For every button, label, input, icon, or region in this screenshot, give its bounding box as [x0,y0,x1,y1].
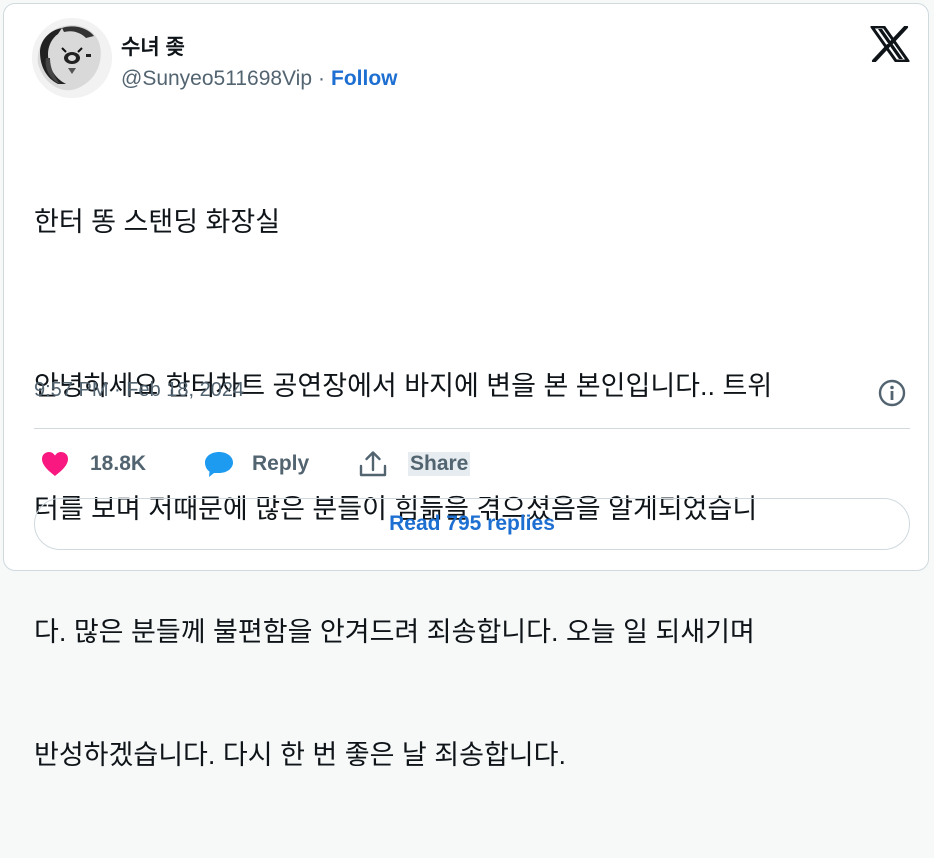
author-display-name[interactable]: 수녀 좆 [121,31,185,61]
read-replies-button[interactable]: Read 795 replies [34,498,910,550]
author-handle-row: @Sunyeo511698Vip · Follow [121,67,398,91]
tweet-embed-card: 수녀 좆 @Sunyeo511698Vip · Follow 한터 똥 스탠딩 화장… [3,3,929,770]
author-handle[interactable]: @Sunyeo511698Vip [121,67,312,90]
reply-button[interactable]: Reply [202,447,309,481]
like-button[interactable]: 18.8K [40,447,146,481]
heart-icon [42,452,68,476]
speech-bubble-icon [205,452,233,477]
share-button[interactable]: Share [357,447,471,481]
like-count: 18.8K [90,452,147,475]
info-icon[interactable] [877,378,907,408]
follow-button[interactable]: Follow [331,67,398,90]
tweet-timestamp[interactable]: 9:57 PM · Feb 18, 2024 [34,379,244,402]
avatar-image [32,18,112,98]
avatar[interactable] [32,18,112,98]
share-label: Share [408,452,471,476]
share-upload-icon [359,451,387,477]
tweet-body-line: 반성하겠습니다. 다시 한 번 좋은 날 죄송합니다. [34,740,566,770]
x-logo-icon[interactable] [870,25,910,63]
tweet-text: 한터 똥 스탠딩 화장실 안녕하세요 한터차트 공연장에서 바지에 변을 본 본… [34,120,904,858]
divider [34,428,910,429]
tweet-title-line: 한터 똥 스탠딩 화장실 [34,207,281,237]
read-replies-label: Read 795 replies [389,512,555,535]
tweet-body-line: 다. 많은 분들께 불편함을 안겨드려 죄송합니다. 오늘 일 되새기며 [34,617,755,647]
reply-label: Reply [252,452,310,475]
handle-separator: · [318,67,326,90]
